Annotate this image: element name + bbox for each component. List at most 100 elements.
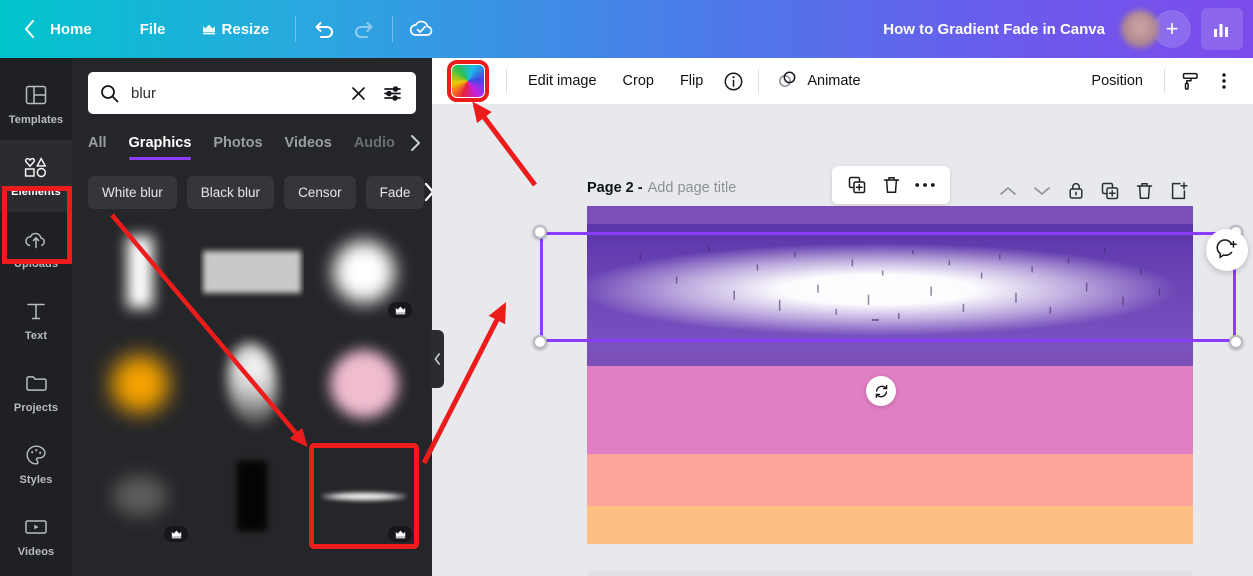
- chevron-right-icon[interactable]: [422, 181, 432, 203]
- flip-button[interactable]: Flip: [667, 66, 716, 96]
- tag-black-blur[interactable]: Black blur: [186, 175, 275, 209]
- file-menu-button[interactable]: File: [122, 10, 184, 48]
- sidebar-label: Elements: [11, 186, 61, 198]
- tab-all[interactable]: All: [88, 126, 107, 160]
- search-area: [72, 58, 432, 114]
- bar-chart-icon[interactable]: [1201, 8, 1243, 50]
- orange-band: [587, 506, 1193, 544]
- tab-videos[interactable]: Videos: [285, 126, 332, 160]
- resize-button[interactable]: Resize: [184, 10, 288, 48]
- trash-icon[interactable]: [1127, 174, 1161, 208]
- add-comment-icon[interactable]: [1206, 229, 1248, 271]
- category-tabs: All Graphics Photos Videos Audio: [72, 126, 432, 160]
- result-item[interactable]: [312, 334, 416, 434]
- tab-graphics[interactable]: Graphics: [128, 126, 191, 160]
- sidebar-item-text[interactable]: Text: [0, 284, 72, 356]
- sidebar-label: Styles: [19, 474, 53, 486]
- filter-sliders-icon[interactable]: [373, 85, 404, 102]
- result-item[interactable]: [200, 334, 304, 434]
- divider: [1164, 69, 1165, 93]
- resize-handle-top-left[interactable]: [533, 225, 547, 239]
- element-thumbnail: [321, 491, 407, 501]
- more-vertical-icon[interactable]: [1207, 64, 1241, 98]
- chevron-down-icon[interactable]: [1025, 174, 1059, 208]
- sidebar-label: Templates: [8, 114, 64, 126]
- resize-handle-bottom-right[interactable]: [1229, 335, 1243, 349]
- result-item[interactable]: [200, 222, 304, 322]
- resize-handle-bottom-left[interactable]: [533, 335, 547, 349]
- sidebar-item-elements[interactable]: Elements: [0, 140, 72, 212]
- element-thumbnail: [227, 343, 277, 425]
- file-label: File: [139, 20, 166, 38]
- rotate-handle-icon[interactable]: [866, 376, 896, 406]
- animate-button[interactable]: Animate: [767, 64, 870, 99]
- salmon-band: [587, 454, 1193, 506]
- duplicate-icon[interactable]: [1093, 174, 1127, 208]
- undo-icon[interactable]: [304, 9, 344, 49]
- info-circle-icon[interactable]: [716, 64, 750, 98]
- trash-icon[interactable]: [874, 168, 908, 202]
- position-button[interactable]: Position: [1078, 66, 1156, 96]
- result-item[interactable]: [88, 558, 192, 576]
- document-title[interactable]: How to Gradient Fade in Canva: [883, 21, 1105, 38]
- collapse-panel-button[interactable]: [430, 330, 444, 388]
- sidebar-item-templates[interactable]: Templates: [0, 68, 72, 140]
- editor-area: Edit image Crop Flip Animate Position Pa…: [432, 58, 1253, 576]
- element-thumbnail: [237, 461, 267, 531]
- paint-roller-icon[interactable]: [1173, 64, 1207, 98]
- result-item[interactable]: [312, 558, 416, 576]
- tag-fade[interactable]: Fade: [365, 175, 425, 209]
- sidebar-item-projects[interactable]: Projects: [0, 356, 72, 428]
- upload-cloud-icon: [24, 226, 48, 252]
- rainbow-color-swatch[interactable]: [447, 60, 489, 102]
- result-item[interactable]: [88, 334, 192, 434]
- search-results-grid: [72, 210, 432, 576]
- home-label: Home: [50, 20, 92, 38]
- result-item[interactable]: [200, 558, 304, 576]
- duplicate-page-icon[interactable]: [840, 168, 874, 202]
- close-icon[interactable]: [344, 85, 373, 102]
- divider: [295, 16, 297, 42]
- result-item[interactable]: [200, 446, 304, 546]
- result-item[interactable]: [88, 222, 192, 322]
- text-icon: [25, 298, 47, 324]
- sidebar-label: Text: [24, 330, 48, 342]
- chevron-up-icon[interactable]: [991, 174, 1025, 208]
- redo-icon[interactable]: [344, 9, 384, 49]
- sidebar-item-styles[interactable]: Styles: [0, 428, 72, 500]
- crop-button[interactable]: Crop: [610, 66, 667, 96]
- edit-image-button[interactable]: Edit image: [515, 66, 610, 96]
- search-box[interactable]: [88, 72, 416, 114]
- lock-icon[interactable]: [1059, 174, 1093, 208]
- chevron-left-icon[interactable]: [14, 10, 44, 48]
- left-nav-rail: Templates Elements Uploads Text Projects…: [0, 58, 72, 576]
- palette-icon: [25, 442, 47, 468]
- sidebar-item-uploads[interactable]: Uploads: [0, 212, 72, 284]
- canva-editor-window: Home File Resize How to Gradient Fade in…: [0, 0, 1253, 576]
- result-item[interactable]: [312, 222, 416, 322]
- gradient-fade-image[interactable]: [587, 224, 1193, 350]
- chevron-right-icon[interactable]: [409, 134, 421, 152]
- result-item-selected-streak[interactable]: [309, 443, 419, 549]
- tab-photos[interactable]: Photos: [213, 126, 262, 160]
- resize-label: Resize: [221, 20, 270, 38]
- result-item[interactable]: [88, 446, 192, 546]
- user-avatar[interactable]: [1121, 10, 1159, 48]
- element-thumbnail: [333, 241, 395, 303]
- sidebar-item-videos[interactable]: Videos: [0, 500, 72, 572]
- sidebar-label: Projects: [13, 402, 59, 414]
- tag-white-blur[interactable]: White blur: [88, 175, 177, 209]
- tab-audio[interactable]: Audio: [354, 126, 395, 160]
- cloud-saved-icon[interactable]: [401, 9, 441, 49]
- tag-censor[interactable]: Censor: [284, 175, 356, 209]
- divider: [506, 69, 507, 93]
- more-horizontal-icon[interactable]: [908, 168, 942, 202]
- page-title-input[interactable]: Add page title: [648, 180, 737, 196]
- design-page-2[interactable]: [587, 206, 1193, 544]
- divider: [392, 16, 394, 42]
- add-page-icon[interactable]: [1161, 174, 1195, 208]
- add-page-button[interactable]: + Add page: [587, 570, 1193, 576]
- home-button[interactable]: Home: [44, 10, 122, 48]
- page-number-label: Page 2 -: [587, 180, 643, 196]
- search-input[interactable]: [131, 84, 344, 102]
